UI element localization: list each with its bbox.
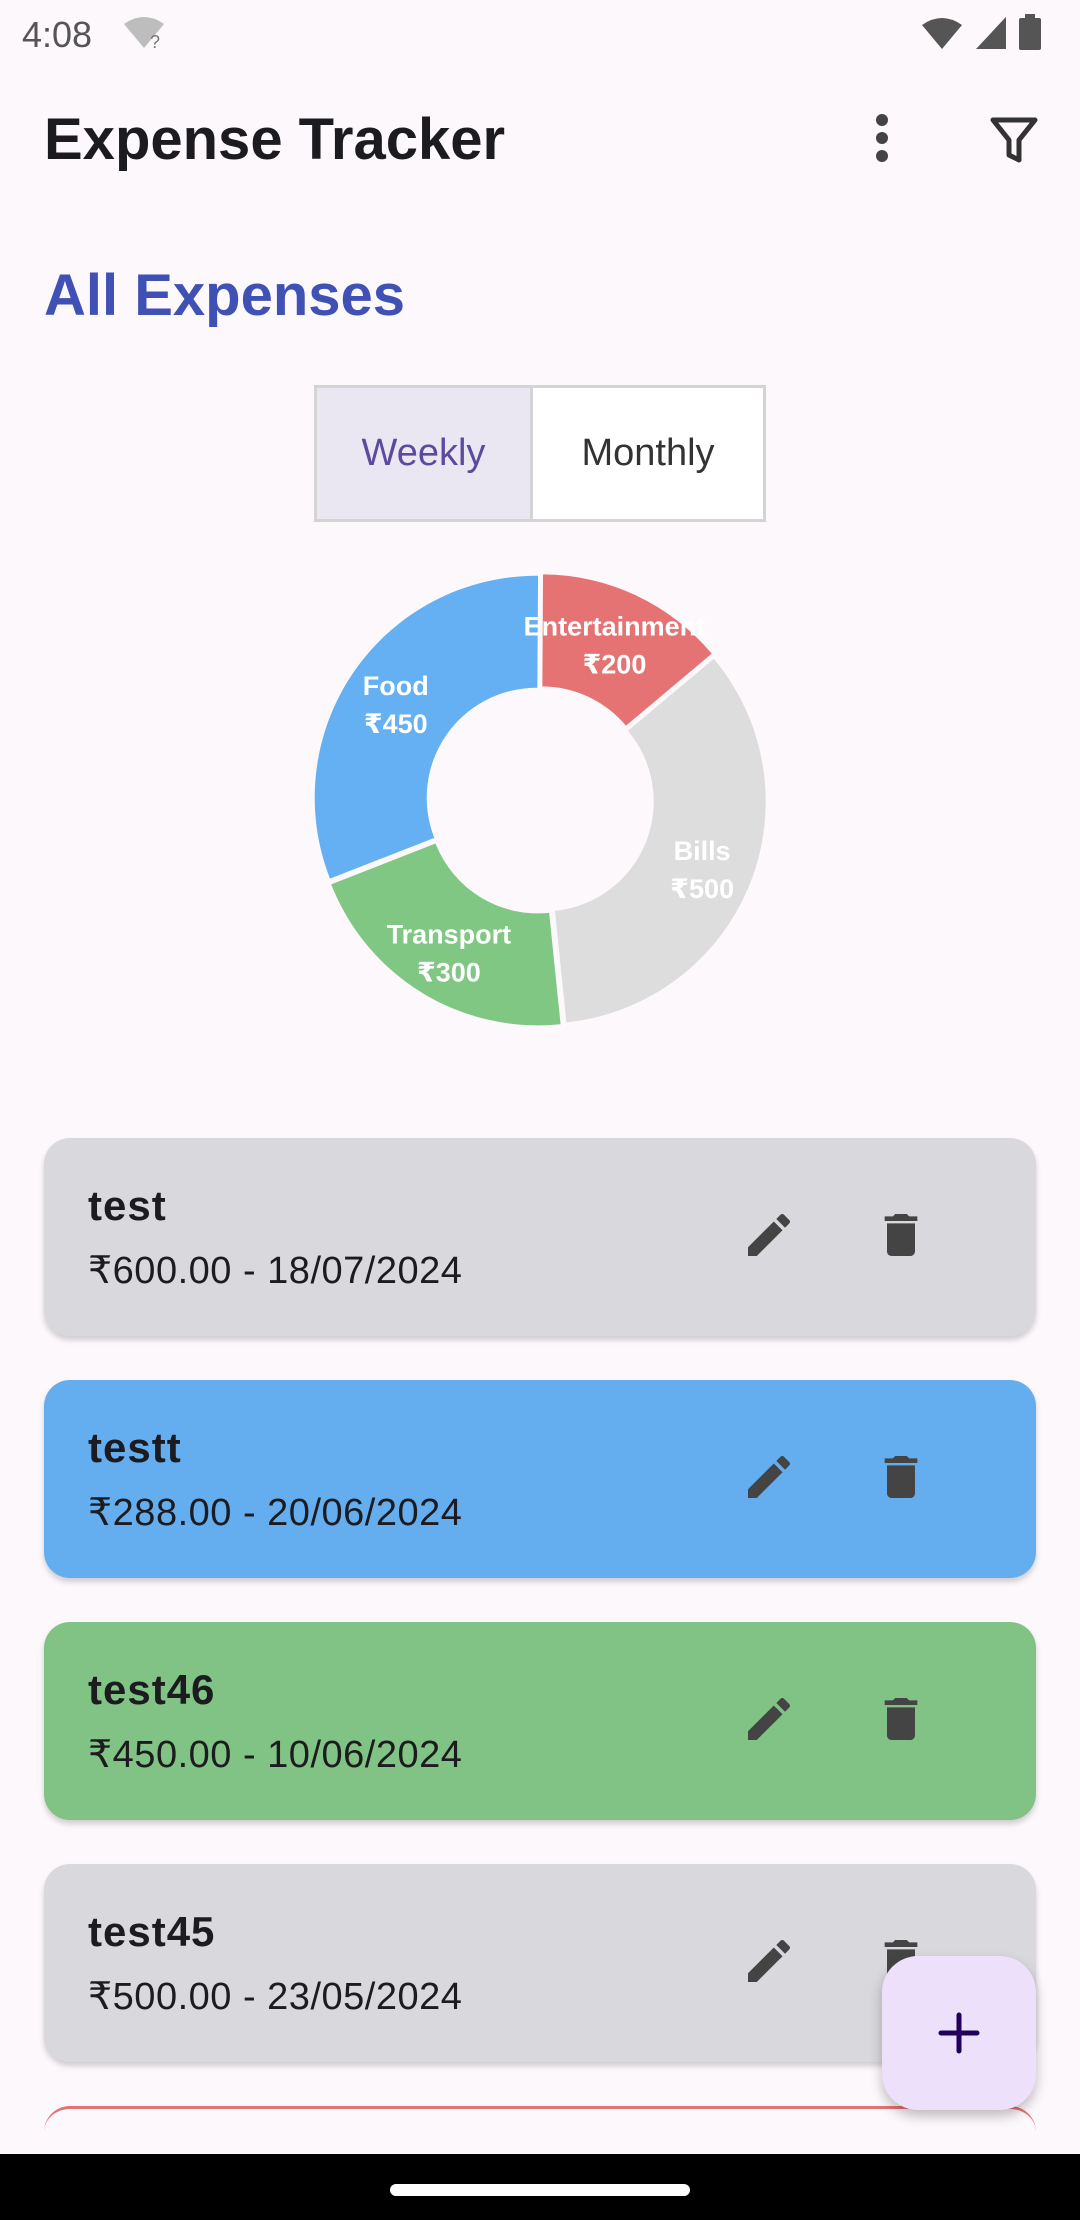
slice-label-transport: Transport [387, 919, 512, 949]
home-handle[interactable] [390, 2184, 690, 2196]
app-bar: Expense Tracker [0, 90, 1080, 190]
expense-list: test ₹600.00 - 18/07/2024 testt ₹288.00 … [44, 1138, 1036, 2106]
edit-button[interactable] [734, 1442, 804, 1512]
trash-icon [884, 1698, 918, 1740]
svg-text:?: ? [150, 32, 160, 50]
donut-svg: Bills ₹500 Transport ₹300 Food ₹450 Entertainm… [314, 574, 766, 1026]
slice-label-entertainment: Entertainment [524, 612, 706, 642]
plus-icon [938, 2012, 980, 2054]
slice-value-transport: ₹300 [417, 957, 481, 987]
pencil-icon [748, 1939, 791, 1982]
slice-value-entertainment: ₹200 [583, 650, 647, 680]
expense-title: testt [88, 1424, 182, 1471]
filter-button[interactable] [982, 108, 1046, 172]
slice-label-bills: Bills [674, 836, 731, 866]
expense-title: test [88, 1182, 167, 1229]
expense-card-partial [44, 2106, 1036, 2146]
expense-title: test46 [88, 1666, 216, 1713]
status-icons [920, 14, 1042, 52]
weekly-tab[interactable]: Weekly [317, 388, 533, 519]
app-title: Expense Tracker [44, 107, 506, 172]
expense-card[interactable]: test46 ₹450.00 - 10/06/2024 [44, 1622, 1036, 1820]
wifi-icon [922, 18, 962, 49]
trash-icon [884, 1214, 918, 1256]
status-time: 4:08 [22, 14, 93, 55]
expense-card[interactable]: test ₹600.00 - 18/07/2024 [44, 1138, 1036, 1336]
expense-amount-date: ₹600.00 - 18/07/2024 [88, 1250, 463, 1292]
navigation-bar [0, 2154, 1080, 2220]
delete-button[interactable] [866, 1442, 936, 1512]
expense-card[interactable]: testt ₹288.00 - 20/06/2024 [44, 1380, 1036, 1578]
edit-button[interactable] [734, 1926, 804, 1996]
expense-donut-chart: Bills ₹500 Transport ₹300 Food ₹450 Entertainm… [310, 570, 770, 1030]
add-expense-button[interactable] [882, 1956, 1036, 2110]
trash-icon [884, 1456, 918, 1498]
period-toggle: Weekly Monthly [314, 385, 766, 522]
battery-icon [1019, 14, 1041, 50]
expense-amount-date: ₹288.00 - 20/06/2024 [88, 1492, 463, 1534]
edit-button[interactable] [734, 1684, 804, 1754]
section-title: All Expenses [44, 263, 406, 328]
filter-icon [990, 117, 1038, 163]
pencil-icon [748, 1213, 791, 1256]
expense-title: test45 [88, 1908, 216, 1955]
more-vert-icon [876, 114, 888, 162]
monthly-tab[interactable]: Monthly [533, 388, 763, 519]
more-options-button[interactable] [852, 108, 912, 168]
expense-amount-date: ₹450.00 - 10/06/2024 [88, 1734, 463, 1776]
slice-label-food: Food [363, 671, 429, 701]
expense-amount-date: ₹500.00 - 23/05/2024 [88, 1976, 463, 2018]
signal-icon [976, 17, 1006, 49]
screen: 4:08 ? Expense Tracker All Expenses Week… [0, 0, 1080, 2220]
status-bar: 4:08 ? [0, 0, 1080, 66]
pencil-icon [748, 1455, 791, 1498]
wifi-question-icon: ? [122, 14, 166, 55]
slice-value-food: ₹450 [364, 709, 428, 739]
delete-button[interactable] [866, 1684, 936, 1754]
slice-value-bills: ₹500 [670, 874, 734, 904]
delete-button[interactable] [866, 1200, 936, 1270]
edit-button[interactable] [734, 1200, 804, 1270]
pencil-icon [748, 1697, 791, 1740]
slice-bills[interactable] [554, 658, 766, 1023]
